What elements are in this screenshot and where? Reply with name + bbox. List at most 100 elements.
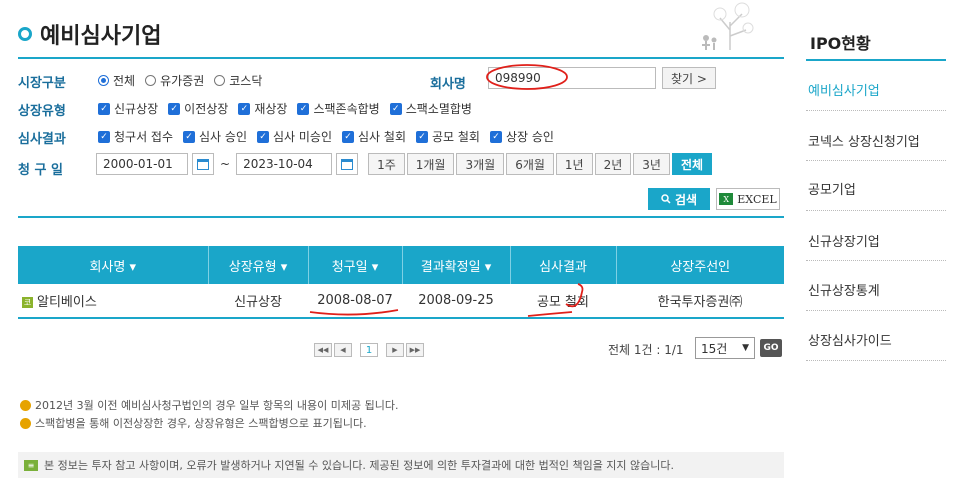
market-options: 전체 유가증권 코스닥: [98, 72, 272, 89]
info-bulb-icon: [20, 417, 31, 429]
find-button[interactable]: 찾기 >: [662, 67, 716, 89]
total-count: 전체 1건 : 1/1: [608, 343, 684, 357]
results-table: 회사명 ▾ 상장유형 ▾ 청구일 ▾ 결과확정일 ▾ 심사결과 상장주선인 코알…: [18, 246, 784, 319]
checkbox-checked-icon[interactable]: ✓: [238, 102, 251, 115]
result-withdrawn[interactable]: ✓ 심사 철회: [342, 128, 406, 145]
date-label: 청 구 일: [18, 163, 63, 178]
sidebar-item-offering[interactable]: 공모기업: [808, 179, 948, 198]
header-listing-type[interactable]: 상장유형 ▾: [208, 246, 309, 284]
table-header-row: 회사명 ▾ 상장유형 ▾ 청구일 ▾ 결과확정일 ▾ 심사결과 상장주선인: [18, 246, 784, 284]
radio-selected-icon[interactable]: [98, 75, 109, 86]
cell-company: 코 알티베이스: [18, 284, 208, 319]
search-button[interactable]: 검색: [648, 188, 710, 210]
header-confirm-date[interactable]: 결과확정일 ▾: [402, 246, 511, 284]
first-page-button[interactable]: ◀◀: [314, 343, 332, 357]
result-offering-withdrawn[interactable]: ✓ 공모 철회: [416, 128, 480, 145]
checkbox-checked-icon[interactable]: ✓: [183, 130, 196, 143]
date-range: 2000-01-01 ~ 2023-10-04 1주 1개월 3개월 6개월 1…: [96, 153, 713, 175]
disclaimer-box: ≡ 본 정보는 투자 참고 사항이며, 오류가 발생하거나 지연될 수 있습니다.…: [18, 452, 784, 478]
sidebar-divider: [806, 160, 946, 161]
period-1m-button[interactable]: 1개월: [406, 153, 455, 175]
market-option-kosdaq[interactable]: 코스닥: [214, 72, 262, 89]
period-6m-button[interactable]: 6개월: [506, 153, 554, 175]
prev-page-button[interactable]: ◀: [334, 343, 352, 357]
sidebar-item-new-listing[interactable]: 신규상장기업: [808, 231, 948, 250]
last-page-button[interactable]: ▶▶: [406, 343, 424, 357]
kosdaq-badge-icon: 코: [22, 297, 33, 308]
header-result: 심사결과: [510, 246, 617, 284]
header-underwriter: 상장주선인: [616, 246, 784, 284]
main-content: 예비심사기업 시장구분 전체 유가증권 코스닥 회사명 098990 찾기 > …: [0, 0, 790, 490]
sidebar-item-konex[interactable]: 코넥스 상장신청기업: [808, 131, 948, 150]
date-from-input[interactable]: 2000-01-01: [96, 153, 188, 175]
result-approved[interactable]: ✓ 심사 승인: [183, 128, 247, 145]
result-options: ✓ 청구서 접수 ✓ 심사 승인 ✓ 심사 미승인 ✓ 심사 철회 ✓ 공모 철회 ✓ 상장…: [98, 128, 564, 145]
sidebar-divider: [806, 210, 946, 211]
date-to-input[interactable]: 2023-10-04: [236, 153, 333, 175]
listing-type-transfer[interactable]: ✓ 이전상장: [168, 100, 228, 117]
page-size-select[interactable]: 15건 ▼: [695, 337, 755, 359]
checkbox-checked-icon[interactable]: ✓: [342, 130, 355, 143]
period-3m-button[interactable]: 3개월: [456, 153, 505, 175]
excel-button[interactable]: X EXCEL: [716, 188, 780, 210]
result-label: 심사결과: [18, 132, 66, 147]
period-all-button[interactable]: 전체: [671, 153, 713, 175]
period-1y-button[interactable]: 1년: [555, 153, 593, 175]
checkbox-checked-icon[interactable]: ✓: [257, 130, 269, 143]
listing-type-relist[interactable]: ✓ 재상장: [238, 100, 287, 117]
sidebar: IPO현황 예비심사기업 코넥스 상장신청기업 공모기업 신규상장기업 신규상장…: [806, 0, 966, 490]
period-3y-button[interactable]: 3년: [633, 153, 670, 175]
company-link[interactable]: 알티베이스: [37, 295, 97, 310]
sidebar-divider: [806, 360, 946, 361]
sidebar-underline: [806, 59, 946, 61]
title-ring-icon: [18, 27, 32, 41]
info-bulb-icon: [20, 399, 31, 411]
listing-type-spac-survive[interactable]: ✓ 스팩존속합병: [297, 100, 380, 117]
pagination: ◀◀ ◀ 1 ▶ ▶▶: [314, 343, 424, 357]
result-received[interactable]: ✓ 청구서 접수: [98, 128, 173, 145]
result-rejected[interactable]: ✓ 심사 미승인: [257, 128, 332, 145]
cell-confirm-date: 2008-09-25: [402, 284, 510, 319]
header-company[interactable]: 회사명 ▾: [18, 246, 209, 284]
sidebar-divider: [806, 260, 946, 261]
period-2y-button[interactable]: 2년: [594, 153, 632, 175]
sidebar-title: IPO현황: [810, 34, 871, 53]
sidebar-item-preliminary[interactable]: 예비심사기업: [808, 80, 948, 99]
radio-icon[interactable]: [145, 75, 157, 86]
calendar-icon[interactable]: [192, 153, 214, 175]
page-title: 예비심사기업: [18, 18, 161, 50]
tree-decoration-icon: [702, 2, 754, 50]
filter-separator: [18, 216, 784, 218]
listing-type-new[interactable]: ✓ 신규상장: [98, 100, 158, 117]
sidebar-item-statistics[interactable]: 신규상장통계: [808, 280, 948, 299]
checkbox-checked-icon[interactable]: ✓: [489, 130, 502, 143]
page-number[interactable]: 1: [360, 343, 378, 357]
calendar-icon[interactable]: [336, 153, 359, 175]
listing-type-spac-extinct[interactable]: ✓ 스팩소멸합병: [389, 100, 472, 117]
sidebar-divider: [806, 310, 946, 311]
table-row: 코 알티베이스 신규상장 2008-08-07 2008-09-25 공모 철회 …: [18, 284, 784, 319]
checkbox-checked-icon[interactable]: ✓: [416, 130, 428, 143]
checkbox-checked-icon[interactable]: ✓: [168, 102, 181, 115]
checkbox-checked-icon[interactable]: ✓: [297, 102, 310, 115]
next-page-button[interactable]: ▶: [386, 343, 404, 357]
sidebar-item-guide[interactable]: 상장심사가이드: [808, 330, 948, 349]
market-option-kospi[interactable]: 유가증권: [145, 72, 204, 89]
note-1: 2012년 3월 이전 예비심사청구법인의 경우 일부 항목의 내용이 미제공 …: [20, 397, 398, 413]
cell-request-date: 2008-08-07: [308, 284, 402, 319]
checkbox-checked-icon[interactable]: ✓: [389, 102, 402, 115]
company-label: 회사명: [430, 77, 466, 92]
go-button[interactable]: GO: [760, 339, 782, 357]
cell-type: 신규상장: [208, 284, 308, 319]
checkbox-checked-icon[interactable]: ✓: [98, 102, 110, 115]
cell-underwriter: 한국투자증권㈜: [616, 284, 784, 319]
company-search-input[interactable]: 098990: [488, 67, 656, 89]
listing-type-options: ✓ 신규상장 ✓ 이전상장 ✓ 재상장 ✓ 스팩존속합병 ✓ 스팩소멸합병: [98, 100, 482, 117]
radio-icon[interactable]: [214, 75, 226, 86]
result-listing-approved[interactable]: ✓ 상장 승인: [489, 128, 554, 145]
market-option-all[interactable]: 전체: [98, 72, 135, 89]
search-icon: [661, 194, 671, 204]
period-1w-button[interactable]: 1주: [368, 153, 405, 175]
checkbox-checked-icon[interactable]: ✓: [98, 130, 110, 143]
header-request-date[interactable]: 청구일 ▾: [308, 246, 403, 284]
